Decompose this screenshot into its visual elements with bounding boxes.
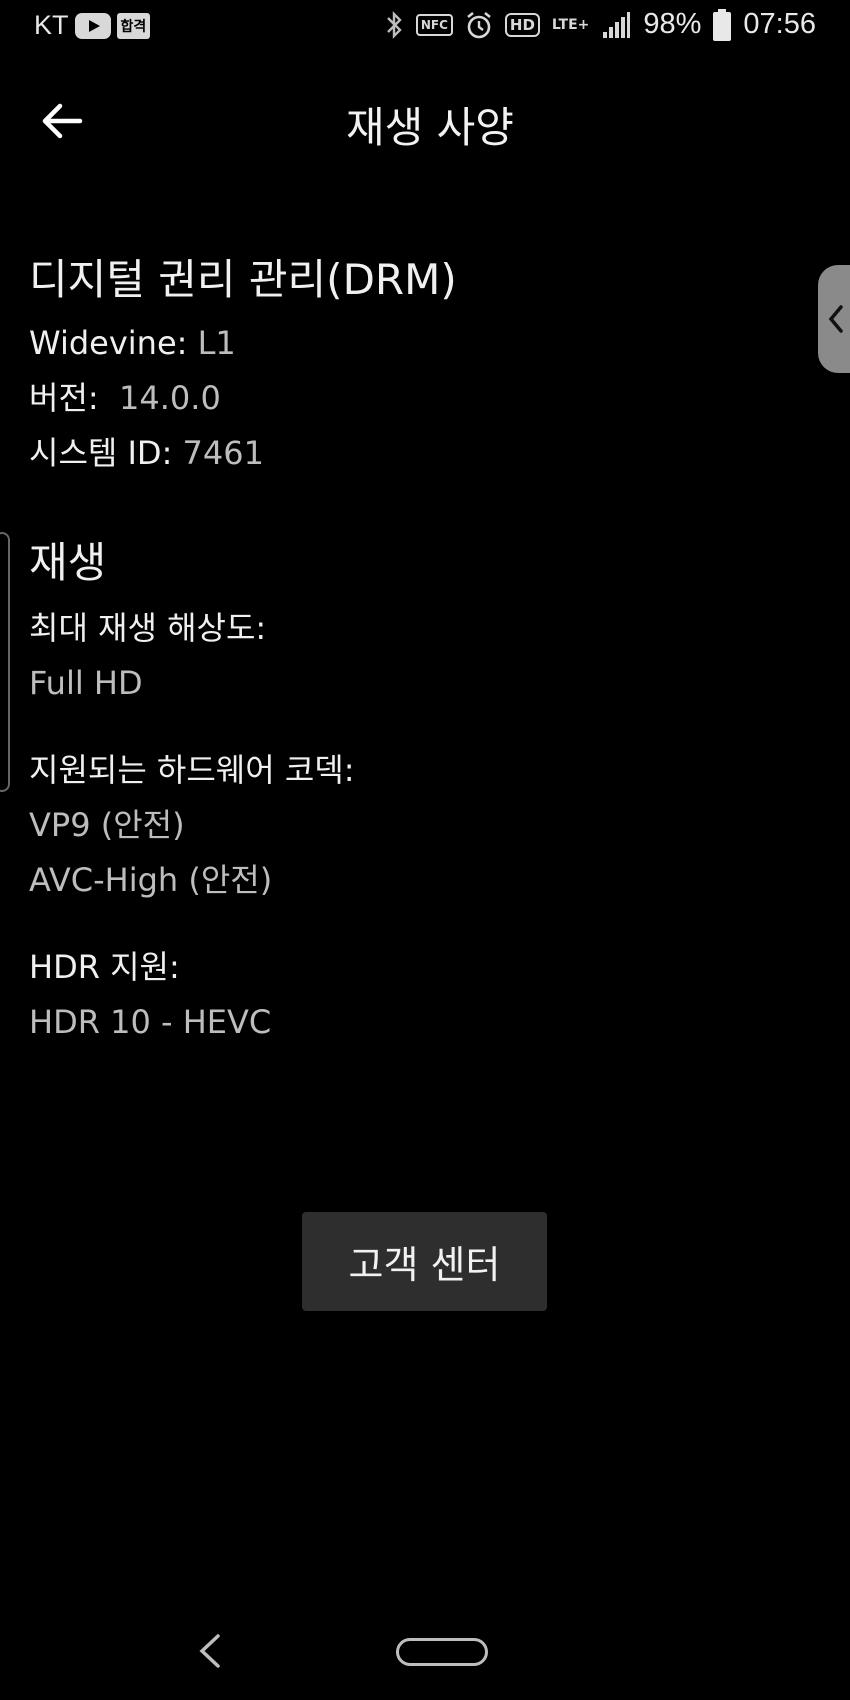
page-title: 재생 사양 [346,103,514,152]
version-row: 버전: 14.0.0 [29,371,809,426]
max-resolution-value: Full HD [29,664,143,702]
system-id-row: 시스템 ID: 7461 [29,426,809,481]
hd-voice-icon: HD [504,12,540,37]
clock: 07:56 [743,8,816,40]
chevron-left-icon [828,305,843,333]
codecs-label: 지원되는 하드웨어 코덱: [29,751,355,789]
widevine-label: Widevine: [29,324,198,362]
bluetooth-icon [387,10,402,39]
nav-back-icon [199,1634,220,1668]
system-id-label: 시스템 ID: [29,434,183,472]
lte-icon: LTE+ [551,16,590,33]
version-value: 14.0.0 [119,379,221,417]
playback-spec-content: 디지털 권리 관리(DRM) Widevine: L1 버전: 14.0.0 시… [29,250,809,1050]
help-center-button[interactable]: 고객 센터 [302,1212,547,1311]
widevine-row: Widevine: L1 [29,316,809,371]
youtube-icon [74,12,111,39]
codec-item: VP9 (안전) [29,806,185,844]
nav-home-button[interactable] [396,1638,488,1666]
codec-item: AVC-High (안전) [29,861,273,899]
carrier-label: KT [34,10,69,40]
playback-section: 재생 최대 재생 해상도: Full HD 지원되는 하드웨어 코덱: VP9 … [29,533,809,1050]
status-bar: KT 합격 NFC HD LTE+ 98% 07:56 [0,0,850,56]
battery-icon [713,8,732,41]
drm-heading: 디지털 권리 관리(DRM) [29,255,457,304]
nfc-icon: NFC [415,13,453,36]
system-id-value: 7461 [182,434,264,472]
battery-percent: 98% [643,8,702,40]
widevine-value: L1 [197,324,236,362]
nav-back-button[interactable] [190,1628,230,1674]
status-right: NFC HD LTE+ 98% 07:56 [384,8,816,41]
hdr-value: HDR 10 - HEVC [29,1003,272,1041]
app-bar: 재생 사양 [0,80,850,160]
signal-icon [603,11,631,38]
alarm-icon [467,11,491,38]
left-edge-handle[interactable] [0,532,10,792]
drm-section: 디지털 권리 관리(DRM) Widevine: L1 버전: 14.0.0 시… [29,250,809,481]
edge-panel-handle[interactable] [818,265,850,373]
version-label: 버전: [29,379,120,417]
notification-badge: 합격 [116,12,151,39]
hdr-label: HDR 지원: [29,948,180,986]
playback-heading: 재생 [29,538,107,587]
max-resolution-label: 최대 재생 해상도: [29,609,267,647]
status-left: KT 합격 [34,10,151,41]
